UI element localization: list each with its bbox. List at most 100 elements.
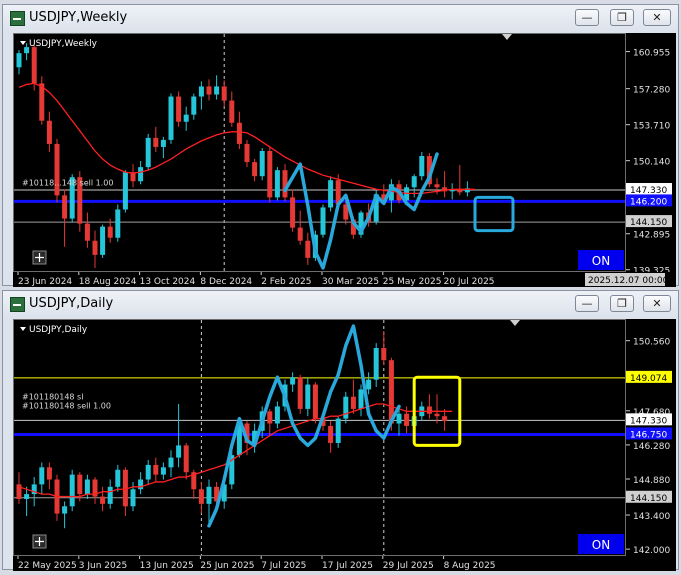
order-label-b: #101180148 sell 1.00 — [22, 402, 111, 411]
candle-body — [411, 176, 417, 188]
close-icon: ✕ — [652, 297, 662, 310]
candle-body — [168, 457, 174, 468]
candle-body — [100, 496, 106, 504]
minimize-button[interactable]: — — [575, 295, 599, 312]
time-axis-label: 17 Jul 2025 — [322, 561, 373, 571]
chart-shift-marker-icon — [510, 320, 520, 326]
candle-body — [130, 489, 136, 507]
moving-average-line — [18, 82, 475, 194]
candle-body — [350, 396, 356, 409]
close-button[interactable]: ✕ — [643, 9, 671, 26]
candle-body — [16, 53, 22, 68]
autotrading-on-label: ON — [592, 254, 610, 268]
minimize-button[interactable]: — — [575, 9, 599, 26]
restore-icon: ❐ — [617, 297, 627, 310]
time-axis-label: 22 May 2025 — [18, 561, 77, 571]
price-tag-label: 146.200 — [630, 197, 667, 207]
daily-time-axis-svg: 22 May 2025 3 Jun 2025 13 Jun 2025 25 Jun 2… — [17, 556, 496, 571]
price-tag-label: 147.330 — [630, 416, 667, 426]
candle-body — [358, 389, 364, 409]
chart-symbol-label: USDJPY,Daily — [29, 325, 88, 335]
autotrading-on-label: ON — [592, 538, 610, 552]
candle-body — [206, 86, 212, 95]
candle-body — [381, 348, 387, 361]
minimize-icon: — — [581, 11, 593, 24]
candle-body — [290, 197, 296, 228]
time-axis-label: 18 Aug 2024 — [79, 277, 137, 287]
candle-body — [62, 195, 68, 219]
weekly-chart-window: USDJPY,Weekly — ❐ ✕ USDJPY,Weekly #10118.… — [2, 4, 679, 287]
minimize-icon: — — [581, 297, 593, 310]
candle-body — [396, 413, 402, 424]
candle-body — [100, 226, 106, 255]
daily-price-axis[interactable]: 150.560 147.680 146.280 144.880 143.400 142.0… — [626, 319, 676, 556]
price-axis-label: 146.280 — [633, 442, 670, 452]
moving-average-line — [18, 403, 453, 498]
weekly-candle-plot[interactable]: USDJPY,Weekly #10118...148 sell 1.00 ON — [14, 34, 625, 271]
candle-body — [434, 184, 440, 188]
restore-button[interactable]: ❐ — [610, 9, 634, 26]
candle-body — [24, 494, 30, 499]
daily-candle-plot[interactable]: USDJPY,Daily #101180148 sl#101180148 sell… — [14, 320, 625, 555]
candle-body — [176, 445, 182, 458]
candle-body — [153, 137, 159, 147]
time-axis-label: 29 Jul 2025 — [383, 561, 434, 571]
time-axis-label: 13 Jun 2025 — [140, 561, 194, 571]
candle-body — [236, 122, 242, 144]
daily-time-axis[interactable]: 22 May 2025 3 Jun 2025 13 Jun 2025 25 Jun 2… — [13, 556, 676, 571]
weekly-window-titlebar[interactable]: USDJPY,Weekly — ❐ ✕ — [3, 5, 678, 31]
price-axis-label: 153.710 — [633, 122, 670, 132]
candle-body — [138, 479, 144, 490]
price-axis-label: 142.895 — [633, 231, 670, 241]
candle-body — [176, 96, 182, 122]
candle-body — [252, 162, 258, 177]
time-axis-label: 8 Aug 2025 — [444, 561, 496, 571]
candle-body — [138, 167, 144, 182]
candle-body — [122, 172, 128, 210]
chart-shift-marker-icon — [502, 34, 512, 40]
price-tag-label: 144.150 — [630, 494, 667, 504]
time-axis-label: 13 Oct 2024 — [140, 277, 196, 287]
candle-body — [442, 416, 448, 422]
chart-symbol-label: USDJPY,Weekly — [29, 39, 98, 49]
candle-body — [206, 486, 212, 504]
weekly-time-axis-svg: 23 Jun 2024 18 Aug 2024 13 Oct 2024 8 Dec 2… — [17, 272, 669, 287]
price-axis-label: 144.880 — [633, 476, 670, 486]
candle-body — [267, 411, 273, 424]
daily-window-title: USDJPY,Daily — [29, 296, 114, 311]
drawn-pattern-annotation — [207, 324, 401, 528]
daily-chart-window: USDJPY,Daily — ❐ ✕ USDJPY,Daily #10118014… — [2, 290, 679, 571]
order-label-a: #10118...148 sell 1.00 — [22, 178, 113, 187]
candle-body — [46, 467, 52, 480]
weekly-window-title: USDJPY,Weekly — [29, 10, 128, 25]
daily-window-titlebar[interactable]: USDJPY,Daily — ❐ ✕ — [3, 291, 678, 317]
candle-body — [31, 47, 37, 84]
candle-body — [343, 396, 349, 419]
candle-body — [328, 425, 334, 443]
candle-body — [115, 209, 121, 238]
chart-window-icon — [10, 297, 25, 312]
restore-button[interactable]: ❐ — [610, 295, 634, 312]
price-axis-label: 150.140 — [633, 158, 670, 168]
candle-body — [305, 384, 311, 409]
candle-body — [297, 227, 303, 241]
time-axis-label: 20 Jul 2025 — [444, 277, 495, 287]
candle-body — [312, 384, 318, 419]
candle-body — [183, 445, 189, 473]
time-axis-label: 8 Dec 2024 — [200, 277, 252, 287]
candle-body — [366, 379, 372, 390]
candle-body — [183, 114, 189, 122]
candle-body — [107, 486, 113, 504]
weekly-price-chart[interactable]: USDJPY,Weekly #10118...148 sell 1.00 ON — [13, 33, 626, 272]
time-axis-label: 23 Jun 2024 — [18, 277, 72, 287]
candle-body — [145, 137, 151, 168]
candle-body — [46, 120, 52, 144]
candle-body — [320, 207, 326, 235]
weekly-time-axis[interactable]: 23 Jun 2024 18 Aug 2024 13 Oct 2024 8 Dec 2… — [13, 272, 676, 287]
candle-body — [145, 464, 151, 480]
candle-body — [54, 143, 60, 196]
candle-body — [282, 170, 288, 198]
weekly-price-axis[interactable]: 160.955 157.280 153.710 150.140 142.895 139.3… — [626, 33, 676, 277]
daily-price-chart[interactable]: USDJPY,Daily #101180148 sl #101180148 sell… — [13, 319, 626, 556]
close-button[interactable]: ✕ — [643, 295, 671, 312]
